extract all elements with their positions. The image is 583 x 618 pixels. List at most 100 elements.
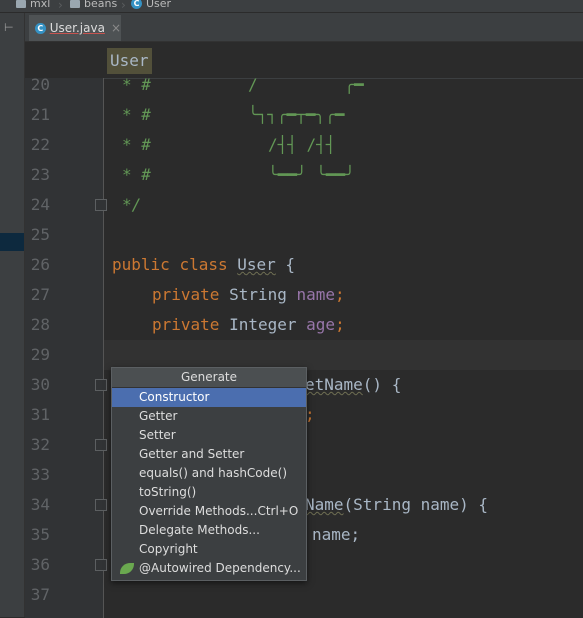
keyword: public <box>112 255 170 274</box>
line-number: 36 <box>30 555 50 574</box>
editor-tab-bar: C User.java × <box>25 13 583 42</box>
field-name: name <box>296 285 336 304</box>
code-line: private String name; <box>152 280 345 310</box>
line-number: 26 <box>30 255 50 274</box>
line-number: 33 <box>30 465 50 484</box>
line-number: 28 <box>30 315 50 334</box>
line-number: 35 <box>30 525 50 544</box>
line-number: 29 <box>30 345 50 364</box>
left-tool-strip: ⊢ <box>0 13 25 617</box>
comment-ascii-art: ╰┐┐╭━┬━╮╭━ <box>248 105 345 124</box>
menu-item-tostring[interactable]: toString() <box>112 483 306 502</box>
menu-item-override-methods[interactable]: Override Methods... Ctrl+O <box>112 502 306 521</box>
line-number: 22 <box>30 135 50 154</box>
fold-marker-icon[interactable] <box>95 199 107 211</box>
code-line: public class User { <box>112 250 295 280</box>
keyword: class <box>179 255 228 274</box>
code-line: etName() { <box>305 370 401 400</box>
class-icon: C <box>35 22 46 34</box>
line-number: 32 <box>30 435 50 454</box>
line-number: 34 <box>30 495 50 514</box>
menu-item-constructor[interactable]: Constructor <box>112 388 306 407</box>
comment-ascii-art: ╰━━╯ ╰━━╯ <box>268 165 355 184</box>
breadcrumb-item-user[interactable]: C User <box>131 0 171 10</box>
generate-popup: Generate Constructor Getter Setter Gette… <box>111 367 307 581</box>
tab-user-java[interactable]: C User.java × <box>29 15 121 41</box>
menu-item-label: equals() and hashCode() <box>139 466 288 480</box>
menu-item-autowired-dependency[interactable]: @Autowired Dependency... <box>112 559 306 578</box>
comment-text: * # <box>122 135 151 154</box>
field-name: age <box>306 315 336 334</box>
line-number: 20 <box>30 75 50 94</box>
comment-text: */ <box>122 195 142 214</box>
comment-text: * # <box>122 75 151 94</box>
tab-label: User.java <box>49 21 105 35</box>
menu-item-label: Copyright <box>139 542 198 556</box>
menu-item-equals-hashcode[interactable]: equals() and hashCode() <box>112 464 306 483</box>
breadcrumb-label: beans <box>84 0 118 10</box>
menu-item-copyright[interactable]: Copyright <box>112 540 306 559</box>
line-number: 23 <box>30 165 50 184</box>
menu-item-getter-and-setter[interactable]: Getter and Setter <box>112 445 306 464</box>
spring-leaf-icon <box>120 563 134 574</box>
code-line: */ <box>122 190 141 220</box>
code-line: private Integer age; <box>152 310 345 340</box>
code-punct: () { <box>362 375 402 394</box>
menu-item-label: @Autowired Dependency... <box>139 561 301 575</box>
chevron-right-icon: › <box>121 0 126 12</box>
keyword: private <box>152 285 220 304</box>
menu-item-label: Setter <box>139 428 176 442</box>
chevron-right-icon: › <box>58 0 63 12</box>
line-number: 27 <box>30 285 50 304</box>
comment-text: * # <box>122 105 151 124</box>
code-line: Name(String name) { <box>305 490 488 520</box>
code-line: * # ╰┐┐╭━┬━╮╭━ <box>122 100 344 130</box>
menu-item-getter[interactable]: Getter <box>112 407 306 426</box>
code-text: name; <box>312 525 361 544</box>
menu-item-delegate-methods[interactable]: Delegate Methods... <box>112 521 306 540</box>
code-line: * # ╰━━╯ ╰━━╯ <box>122 160 355 190</box>
code-line: * # /┤┤ /┤┤ <box>122 130 335 160</box>
menu-item-label: Getter and Setter <box>139 447 245 461</box>
code-punct: (String name) { <box>343 495 489 514</box>
breadcrumb-item-mxl[interactable]: mxl <box>16 0 50 10</box>
code-punct: ; <box>335 315 345 334</box>
menu-item-label: Constructor <box>139 390 210 404</box>
folder-icon <box>70 0 80 8</box>
line-number: 30 <box>30 375 50 394</box>
close-icon[interactable]: × <box>111 21 121 35</box>
class-name: User <box>237 255 276 274</box>
selection-marker <box>0 233 24 251</box>
code-punct: { <box>275 255 296 274</box>
menu-item-setter[interactable]: Setter <box>112 426 306 445</box>
fold-marker-icon[interactable] <box>95 439 107 451</box>
type-name: Integer <box>229 315 297 334</box>
line-number: 21 <box>30 105 50 124</box>
keyword: private <box>152 315 220 334</box>
menu-item-label: Override Methods... <box>139 504 258 518</box>
collapse-icon[interactable]: ⊢ <box>4 21 14 34</box>
comment-ascii-art: / ╭━ <box>248 75 364 94</box>
code-line: name; <box>312 520 360 550</box>
menu-item-shortcut: Ctrl+O <box>257 504 299 518</box>
breadcrumb-item-beans[interactable]: beans <box>70 0 117 10</box>
line-number: 25 <box>30 225 50 244</box>
breadcrumb-label: mxl <box>30 0 51 10</box>
method-name: Name <box>305 495 344 514</box>
comment-ascii-art: /┤┤ /┤┤ <box>268 135 336 154</box>
breadcrumb: mxl › beans › C User <box>0 0 583 13</box>
fold-marker-icon[interactable] <box>95 499 107 511</box>
current-line-highlight <box>104 340 583 370</box>
line-number: 37 <box>30 585 50 604</box>
fold-marker-icon[interactable] <box>95 379 107 391</box>
method-name: etName <box>305 375 363 394</box>
line-number: 24 <box>30 195 50 214</box>
menu-item-label: Getter <box>139 409 178 423</box>
menu-item-label: Delegate Methods... <box>139 523 260 537</box>
line-number: 31 <box>30 405 50 424</box>
class-icon: C <box>131 0 142 9</box>
breadcrumb-label: User <box>146 0 172 10</box>
code-line: * # / ╭━ <box>122 70 364 100</box>
type-name: String <box>229 285 287 304</box>
fold-marker-icon[interactable] <box>95 559 107 571</box>
